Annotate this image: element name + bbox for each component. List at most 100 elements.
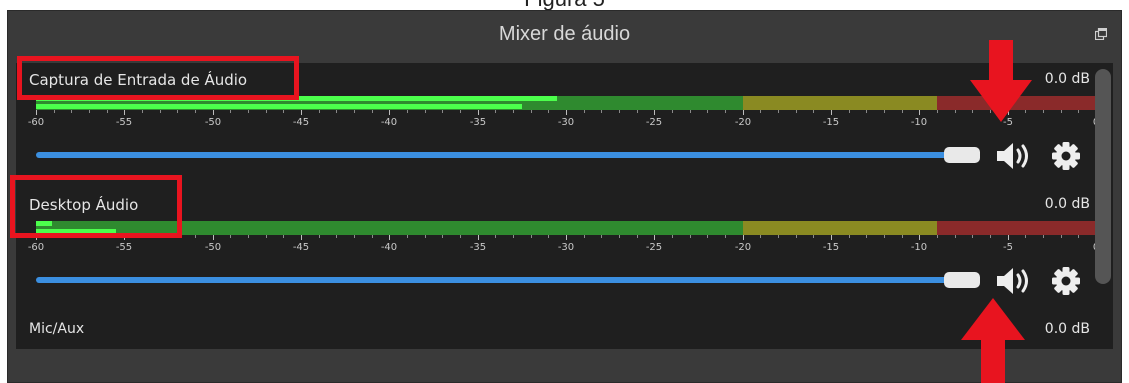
meter-tick-label: -20 xyxy=(734,117,752,128)
meter-tick xyxy=(460,235,461,238)
volume-slider[interactable] xyxy=(36,152,961,158)
meter-tick xyxy=(884,235,885,238)
meter-yellow-zone xyxy=(742,221,937,235)
meter-tick xyxy=(619,235,620,238)
meter-tick xyxy=(831,235,832,240)
meter-tick xyxy=(266,235,267,238)
meter-tick xyxy=(601,235,602,238)
meter-tick xyxy=(460,110,461,113)
meter-tick xyxy=(1061,235,1062,238)
meter-tick xyxy=(707,110,708,113)
meter-tick xyxy=(195,110,196,113)
meter-tick xyxy=(760,235,761,238)
meter-tick xyxy=(548,110,549,113)
meter-tick-label: -15 xyxy=(822,117,840,128)
meter-tick-label: -45 xyxy=(292,117,310,128)
meter-tick xyxy=(513,110,514,113)
meter-tick xyxy=(725,235,726,238)
meter-tick-label: -50 xyxy=(204,242,222,253)
meter-tick xyxy=(778,110,779,113)
meter-tick xyxy=(372,235,373,238)
meter-tick-label: -60 xyxy=(27,242,45,253)
meter-tick xyxy=(301,235,302,240)
meter-tick-label: -5 xyxy=(1003,242,1013,253)
meter-tick xyxy=(425,110,426,113)
meter-tick-label: -10 xyxy=(910,242,928,253)
meter-tick xyxy=(336,110,337,113)
meter-tick-label: -25 xyxy=(645,117,663,128)
meter-tick xyxy=(637,110,638,113)
meter-tick xyxy=(283,235,284,238)
meter-tick xyxy=(230,235,231,238)
meter-tick xyxy=(778,235,779,238)
meter-tick xyxy=(107,110,108,113)
meter-scale: -60-55-50-45-40-35-30-25-20-15-10-50 xyxy=(28,110,1099,134)
meter-tick xyxy=(248,235,249,238)
meter-tick xyxy=(743,235,744,240)
meter-tick xyxy=(955,110,956,113)
volume-slider-handle[interactable] xyxy=(944,272,980,288)
meter-tick xyxy=(531,110,532,113)
arrow-down-annotation xyxy=(970,40,1032,122)
meter-tick xyxy=(1061,110,1062,113)
undock-icon[interactable] xyxy=(1095,28,1107,40)
meter-tick xyxy=(319,235,320,238)
meter-tick xyxy=(972,235,973,238)
meter-tick xyxy=(36,110,37,115)
meter-tick-label: -55 xyxy=(115,117,133,128)
meter-tick xyxy=(531,235,532,238)
meter-tick xyxy=(831,110,832,115)
meter-tick xyxy=(478,235,479,240)
meter-tick xyxy=(937,110,938,113)
meter-tick xyxy=(866,235,867,238)
meter-tick-label: -10 xyxy=(910,117,928,128)
meter-tick xyxy=(354,110,355,113)
meter-tick-label: -25 xyxy=(645,242,663,253)
meter-tick xyxy=(372,110,373,113)
volume-slider-handle[interactable] xyxy=(944,147,980,163)
meter-tick-label: -45 xyxy=(292,242,310,253)
speaker-icon[interactable] xyxy=(994,264,1034,298)
meter-tick xyxy=(884,110,885,113)
meter-tick xyxy=(725,110,726,113)
speaker-icon[interactable] xyxy=(994,139,1034,173)
meter-tick xyxy=(796,235,797,238)
channel-volume-db: 0.0 dB xyxy=(1044,321,1090,337)
meter-tick xyxy=(672,235,673,238)
meter-tick xyxy=(637,235,638,238)
scrollbar-thumb[interactable] xyxy=(1095,69,1111,284)
volume-slider[interactable] xyxy=(36,277,961,283)
meter-tick xyxy=(442,235,443,238)
meter-tick-label: -15 xyxy=(822,242,840,253)
meter-tick xyxy=(389,110,390,115)
meter-tick-label: -35 xyxy=(469,117,487,128)
meter-tick xyxy=(266,110,267,113)
meter-tick xyxy=(142,110,143,113)
meter-tick xyxy=(54,110,55,113)
figure-caption: Figura 5 xyxy=(0,0,1129,10)
meter-tick xyxy=(990,235,991,238)
meter-tick-label: -30 xyxy=(557,117,575,128)
meter-tick xyxy=(1008,235,1009,240)
meter-tick xyxy=(124,110,125,115)
meter-scale: -60-55-50-45-40-35-30-25-20-15-10-50 xyxy=(28,235,1099,259)
meter-tick xyxy=(495,235,496,238)
meter-tick xyxy=(866,110,867,113)
dock-title: Mixer de áudio xyxy=(8,11,1121,61)
channel-volume-db: 0.0 dB xyxy=(1044,196,1090,212)
meter-tick xyxy=(548,235,549,238)
meter-tick xyxy=(478,110,479,115)
gear-icon[interactable] xyxy=(1049,139,1083,173)
meter-tick-label: -60 xyxy=(27,117,45,128)
meter-tick xyxy=(584,110,585,113)
meter-tick xyxy=(584,235,585,238)
arrow-up-annotation xyxy=(961,298,1025,383)
meter-tick xyxy=(230,110,231,113)
meter-tick xyxy=(902,235,903,238)
gear-icon[interactable] xyxy=(1049,264,1083,298)
meter-tick xyxy=(619,110,620,113)
channel-volume-db: 0.0 dB xyxy=(1044,71,1090,87)
meter-tick xyxy=(442,110,443,113)
meter-tick-label: -55 xyxy=(115,242,133,253)
meter-tick xyxy=(389,235,390,240)
